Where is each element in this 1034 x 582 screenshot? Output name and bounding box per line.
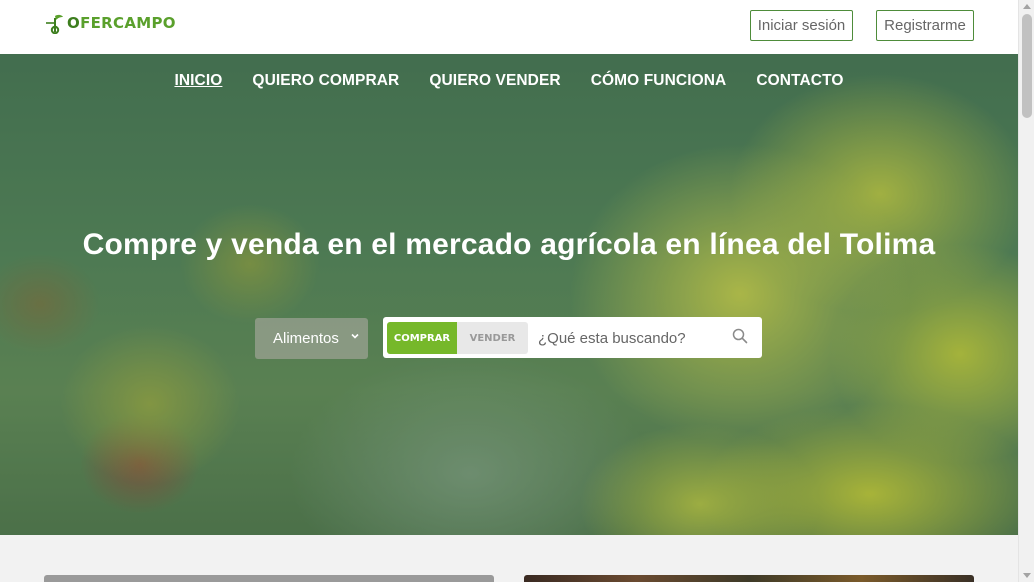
search-icon[interactable] <box>732 328 748 344</box>
search-input[interactable] <box>538 323 718 353</box>
nav-item-quiero-comprar[interactable]: QUIERO COMPRAR <box>252 72 399 90</box>
category-selected-label: Alimentos <box>273 330 339 347</box>
content-card-left <box>44 575 494 582</box>
content-card-right <box>524 575 974 582</box>
scroll-up-arrow-icon[interactable] <box>1023 4 1031 9</box>
brand-name: OFERCAMPO <box>67 14 176 32</box>
brand-logo[interactable]: OFERCAMPO <box>44 10 176 36</box>
search-box: COMPRAR VENDER <box>383 317 762 358</box>
vertical-scrollbar[interactable] <box>1018 0 1034 582</box>
mode-buy-toggle[interactable]: COMPRAR <box>387 322 457 354</box>
nav-item-inicio[interactable]: INICIO <box>174 72 222 90</box>
hero-headline: Compre y venda en el mercado agrícola en… <box>82 228 936 261</box>
leaf-logo-icon <box>46 14 63 34</box>
chevron-down-icon <box>351 333 359 339</box>
login-button[interactable]: Iniciar sesión <box>750 10 853 41</box>
hero-overlay <box>0 54 1018 535</box>
page: OFERCAMPO Iniciar sesión Registrarme INI… <box>0 0 1034 582</box>
main-nav: INICIO QUIERO COMPRAR QUIERO VENDER CÓMO… <box>0 72 1018 90</box>
top-header: OFERCAMPO Iniciar sesión Registrarme <box>0 0 1018 54</box>
hero-banner: INICIO QUIERO COMPRAR QUIERO VENDER CÓMO… <box>0 54 1018 535</box>
scroll-down-arrow-icon[interactable] <box>1023 573 1031 578</box>
scrollbar-thumb[interactable] <box>1022 14 1032 118</box>
nav-item-contacto[interactable]: CONTACTO <box>756 72 843 90</box>
category-select[interactable]: Alimentos <box>255 318 368 359</box>
nav-item-quiero-vender[interactable]: QUIERO VENDER <box>429 72 560 90</box>
register-button[interactable]: Registrarme <box>876 10 974 41</box>
nav-item-como-funciona[interactable]: CÓMO FUNCIONA <box>591 72 727 90</box>
mode-sell-toggle[interactable]: VENDER <box>457 322 528 354</box>
